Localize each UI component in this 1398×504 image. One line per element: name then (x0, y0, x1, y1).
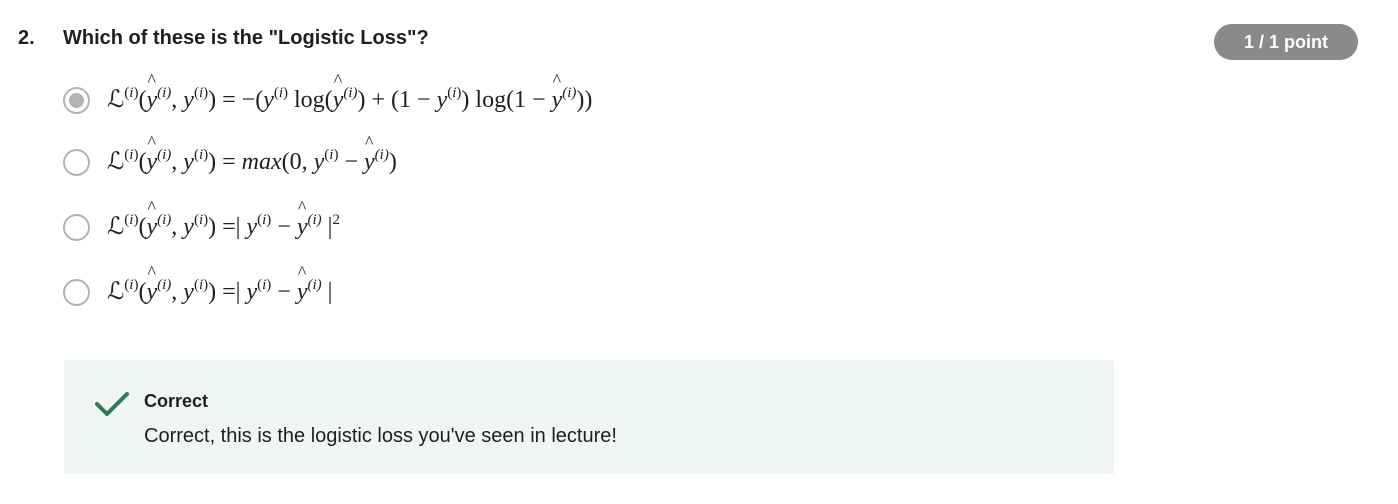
radio-button[interactable] (63, 148, 90, 176)
feedback-panel: Correct Correct, this is the logistic lo… (64, 360, 1114, 474)
feedback-status: Correct (144, 391, 209, 411)
question-text: Which of these is the "Logistic Loss"? (63, 27, 429, 49)
feedback-message: Correct, this is the logistic loss you'v… (144, 425, 617, 447)
checkmark-icon (95, 392, 129, 416)
radio-button[interactable] (63, 278, 90, 306)
answer-option-2[interactable]: ℒ(i)(^ y(i), y(i)) = max(0, y(i) − ^ y(i)) (63, 132, 397, 182)
radio-button[interactable] (63, 213, 90, 241)
answer-option-4[interactable]: ℒ(i)(^ y(i), y(i)) =| y(i) − ^ y(i) | (63, 262, 333, 312)
answer-option-3[interactable]: ℒ(i)(^ y(i), y(i)) =| y(i) − ^ y(i) |2 (63, 197, 340, 247)
formula-option-2: ℒ(i)(^ y(i), y(i)) = max(0, y(i) − ^ y(i)) (107, 132, 397, 175)
formula-option-3: ℒ(i)(^ y(i), y(i)) =| y(i) − ^ y(i) |2 (107, 197, 340, 240)
points-badge: 1 / 1 point (1214, 24, 1358, 60)
formula-option-4: ℒ(i)(^ y(i), y(i)) =| y(i) − ^ y(i) | (107, 262, 333, 305)
formula-option-1: ℒ(i)(^ y(i), y(i)) = −(y(i) log(^ y(i)) + … (107, 70, 593, 113)
answer-option-1[interactable]: ℒ(i)(^ y(i), y(i)) = −(y(i) log(^ y(i)) + … (63, 70, 593, 120)
question-number: 2. (18, 27, 35, 49)
radio-button-selected[interactable] (63, 86, 90, 114)
